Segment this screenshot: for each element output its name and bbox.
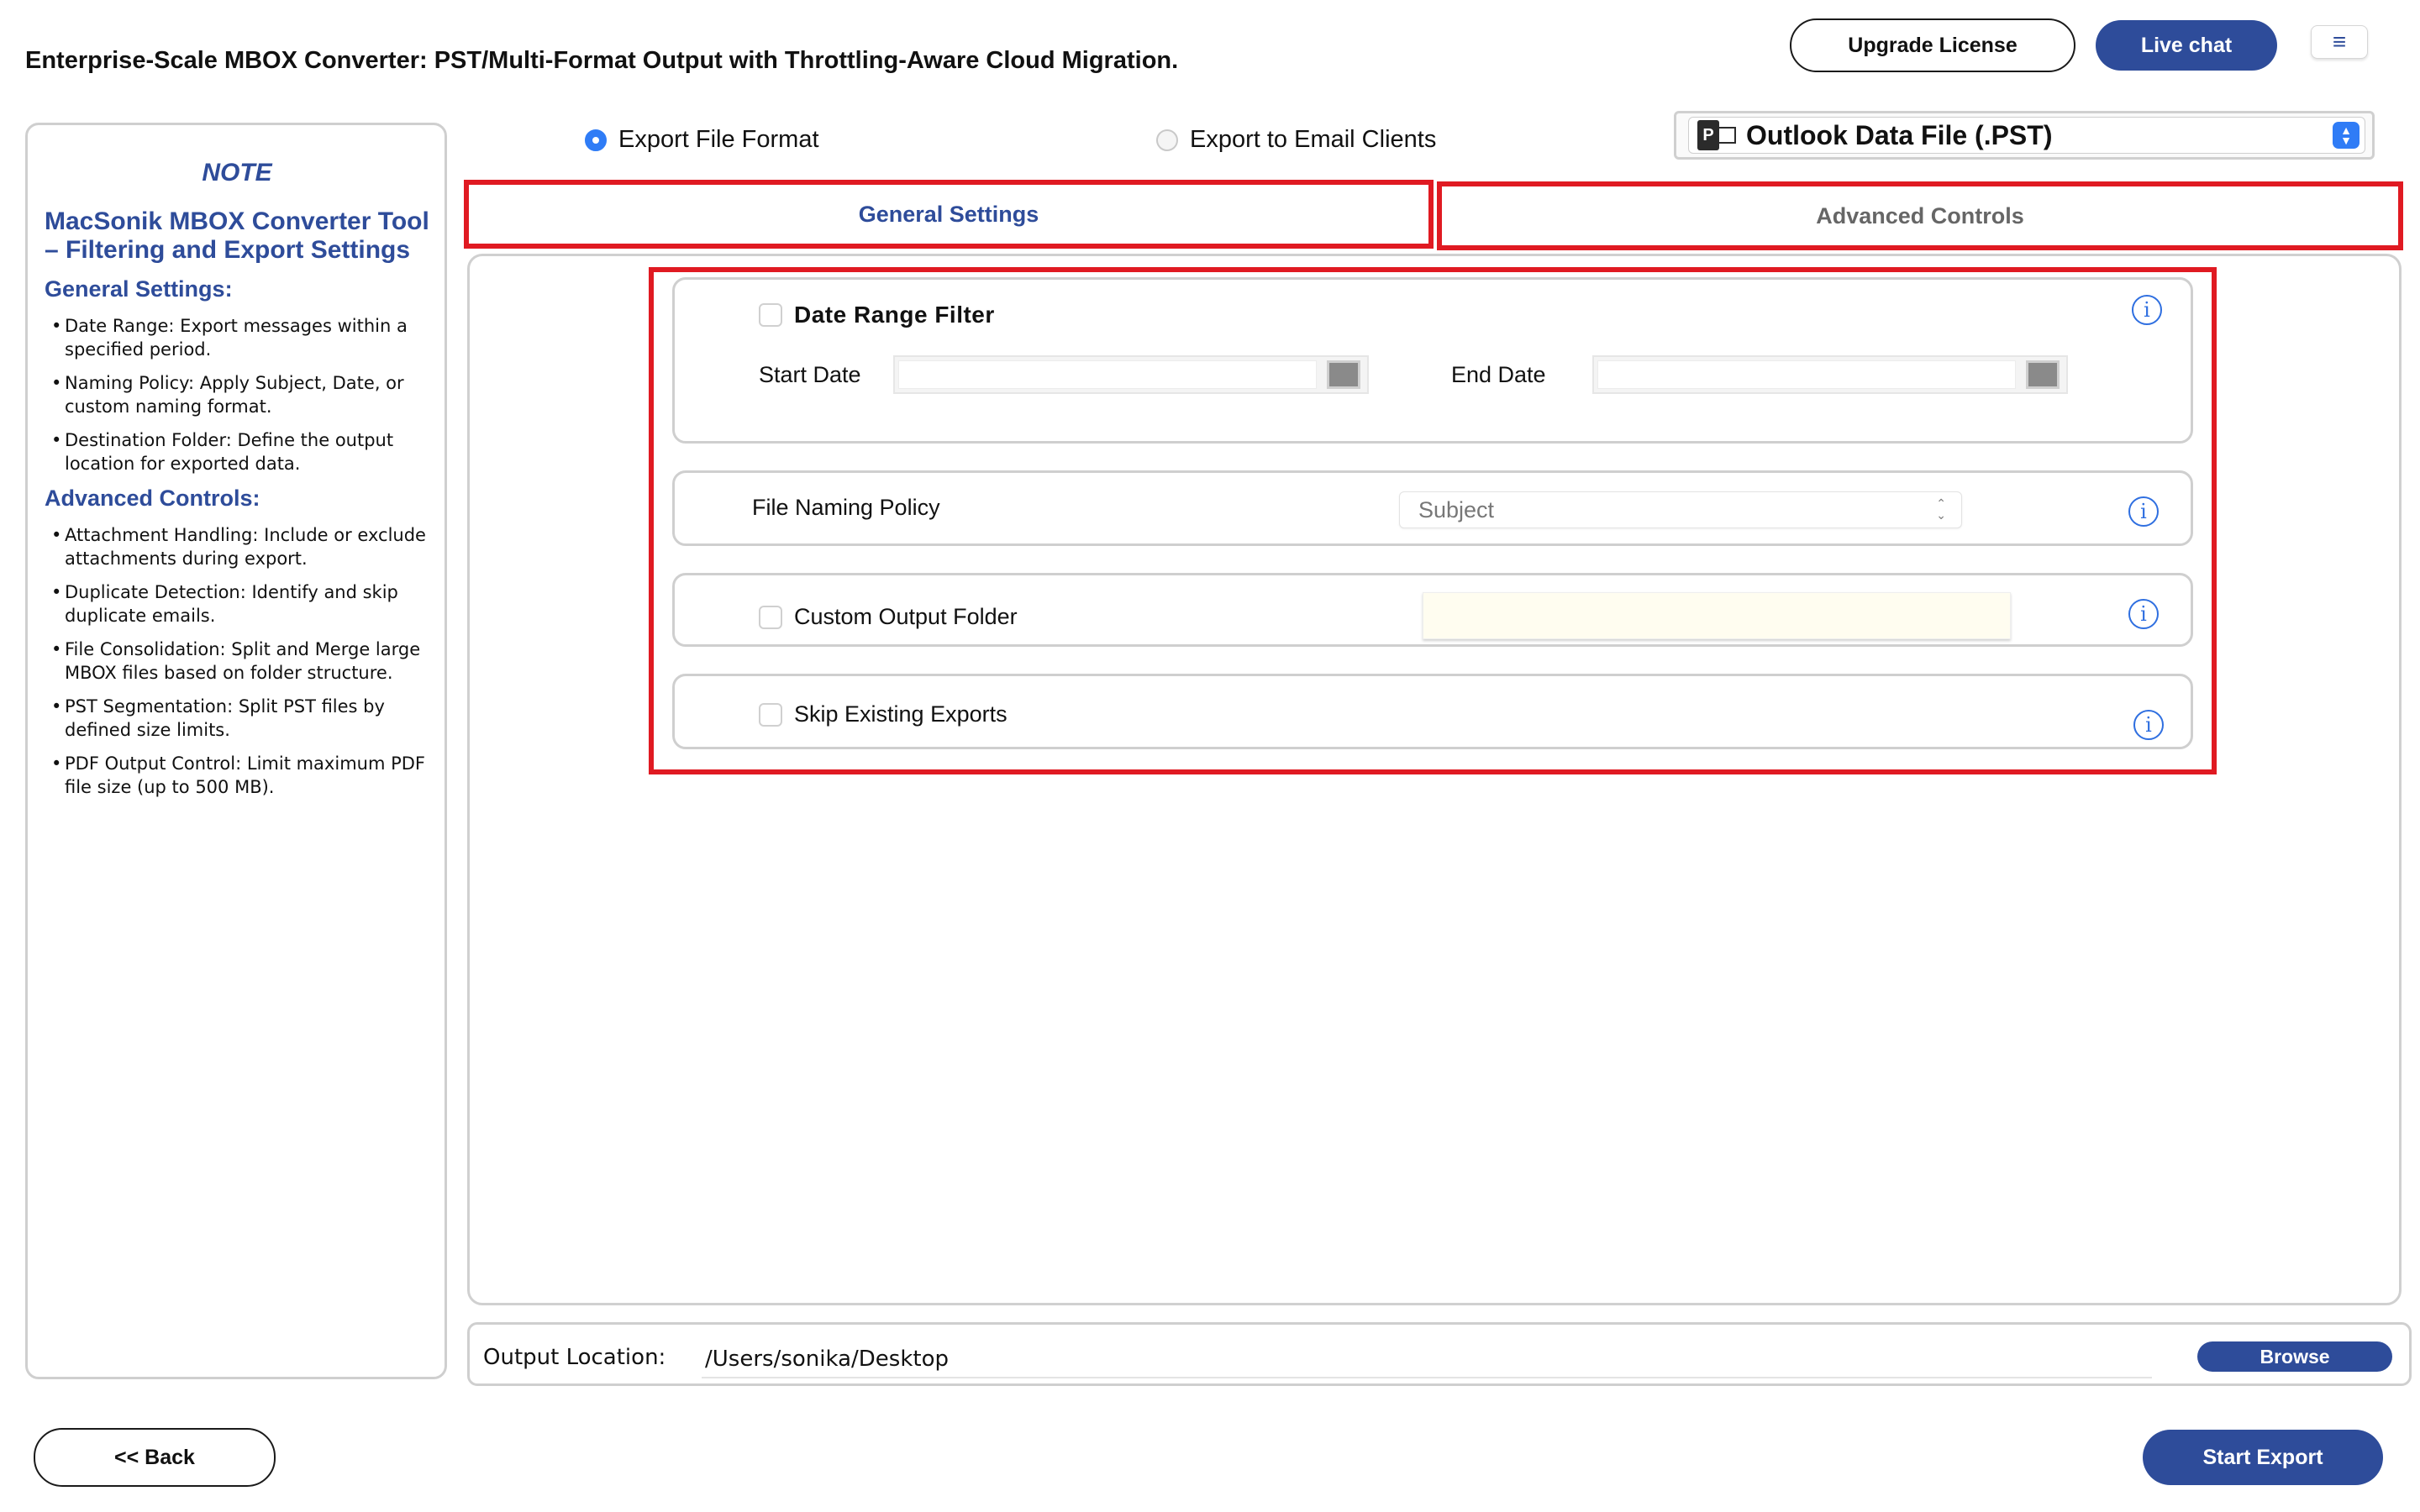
skip-existing-checkbox[interactable]	[759, 703, 782, 727]
list-item: PDF Output Control: Limit maximum PDF fi…	[45, 752, 429, 799]
menu-button[interactable]: ≡	[2311, 25, 2368, 59]
hamburger-icon: ≡	[2332, 29, 2347, 55]
list-item: Destination Folder: Define the output lo…	[45, 428, 429, 475]
calendar-icon[interactable]	[2026, 360, 2060, 389]
format-selected-label: Outlook Data File (.PST)	[1746, 119, 2053, 150]
radio-export-email-clients[interactable]: Export to Email Clients	[1156, 126, 1436, 154]
list-item: Date Range: Export messages within a spe…	[45, 314, 429, 361]
radio-unselected-icon[interactable]	[1156, 129, 1178, 151]
info-icon[interactable]: i	[2133, 710, 2164, 740]
tab-general-settings[interactable]: General Settings	[464, 180, 1434, 249]
list-item: File Consolidation: Split and Merge larg…	[45, 638, 429, 685]
radio-label: Export File Format	[618, 126, 819, 153]
note-panel: NOTE MacSonik MBOX Converter Tool – Filt…	[25, 123, 447, 1379]
end-date-label: End Date	[1451, 362, 1546, 387]
file-naming-label: File Naming Policy	[752, 495, 940, 520]
note-advanced-heading: Advanced Controls:	[45, 486, 260, 511]
start-date-field[interactable]	[893, 355, 1369, 394]
output-path: /Users/sonika/Desktop	[705, 1347, 949, 1372]
output-path-underline	[702, 1377, 2152, 1378]
info-icon[interactable]: i	[2128, 496, 2159, 527]
back-button[interactable]: << Back	[34, 1428, 276, 1487]
browse-button[interactable]: Browse	[2197, 1341, 2392, 1372]
live-chat-button[interactable]: Live chat	[2096, 20, 2277, 71]
date-range-checkbox[interactable]	[759, 303, 782, 327]
output-location-bar: Output Location: /Users/sonika/Desktop B…	[467, 1322, 2412, 1386]
note-advanced-list: Attachment Handling: Include or exclude …	[45, 523, 429, 799]
outlook-pst-icon: P	[1697, 120, 1739, 150]
note-heading: MacSonik MBOX Converter Tool – Filtering…	[45, 207, 429, 264]
note-general-heading: General Settings:	[45, 276, 233, 302]
info-icon[interactable]: i	[2132, 295, 2162, 325]
end-date-field[interactable]	[1592, 355, 2068, 394]
list-item: Attachment Handling: Include or exclude …	[45, 523, 429, 570]
output-location-label: Output Location:	[483, 1345, 666, 1370]
list-item: PST Segmentation: Split PST files by def…	[45, 695, 429, 742]
file-naming-select[interactable]: Subject ⌃ ⌄	[1399, 491, 1962, 528]
note-general-list: Date Range: Export messages within a spe…	[45, 314, 429, 475]
start-date-input[interactable]	[898, 360, 1317, 389]
date-range-card: Date Range Filter i Start Date End Date	[672, 277, 2193, 444]
start-date-label: Start Date	[759, 362, 861, 387]
custom-folder-card: Custom Output Folder i	[672, 573, 2193, 647]
custom-folder-input[interactable]	[1423, 592, 2011, 639]
end-date-input[interactable]	[1597, 360, 2016, 389]
calendar-icon[interactable]	[1327, 360, 1360, 389]
radio-selected-icon[interactable]	[585, 129, 607, 151]
list-item: Naming Policy: Apply Subject, Date, or c…	[45, 371, 429, 418]
custom-folder-label: Custom Output Folder	[794, 604, 1018, 629]
file-naming-value: Subject	[1418, 496, 1495, 522]
note-title: NOTE	[202, 159, 272, 186]
radio-label: Export to Email Clients	[1190, 126, 1437, 153]
chevron-updown-icon: ⌃ ⌄	[1936, 496, 1946, 522]
date-range-label: Date Range Filter	[794, 302, 995, 328]
format-select[interactable]: P Outlook Data File (.PST) ▲ ▼	[1674, 111, 2375, 160]
radio-export-file-format[interactable]: Export File Format	[585, 126, 819, 154]
format-select-field[interactable]: P Outlook Data File (.PST) ▲ ▼	[1688, 117, 2365, 154]
file-naming-card: File Naming Policy Subject ⌃ ⌄ i	[672, 470, 2193, 546]
tab-advanced-controls[interactable]: Advanced Controls	[1437, 181, 2403, 250]
skip-existing-label: Skip Existing Exports	[794, 701, 1007, 727]
skip-existing-card: Skip Existing Exports i	[672, 674, 2193, 749]
start-export-button[interactable]: Start Export	[2143, 1430, 2383, 1485]
info-icon[interactable]: i	[2128, 599, 2159, 629]
app-title: Enterprise-Scale MBOX Converter: PST/Mul…	[25, 47, 1179, 74]
custom-folder-checkbox[interactable]	[759, 606, 782, 629]
upgrade-license-button[interactable]: Upgrade License	[1790, 18, 2075, 72]
list-item: Duplicate Detection: Identify and skip d…	[45, 580, 429, 627]
chevron-updown-icon[interactable]: ▲ ▼	[2333, 122, 2360, 149]
